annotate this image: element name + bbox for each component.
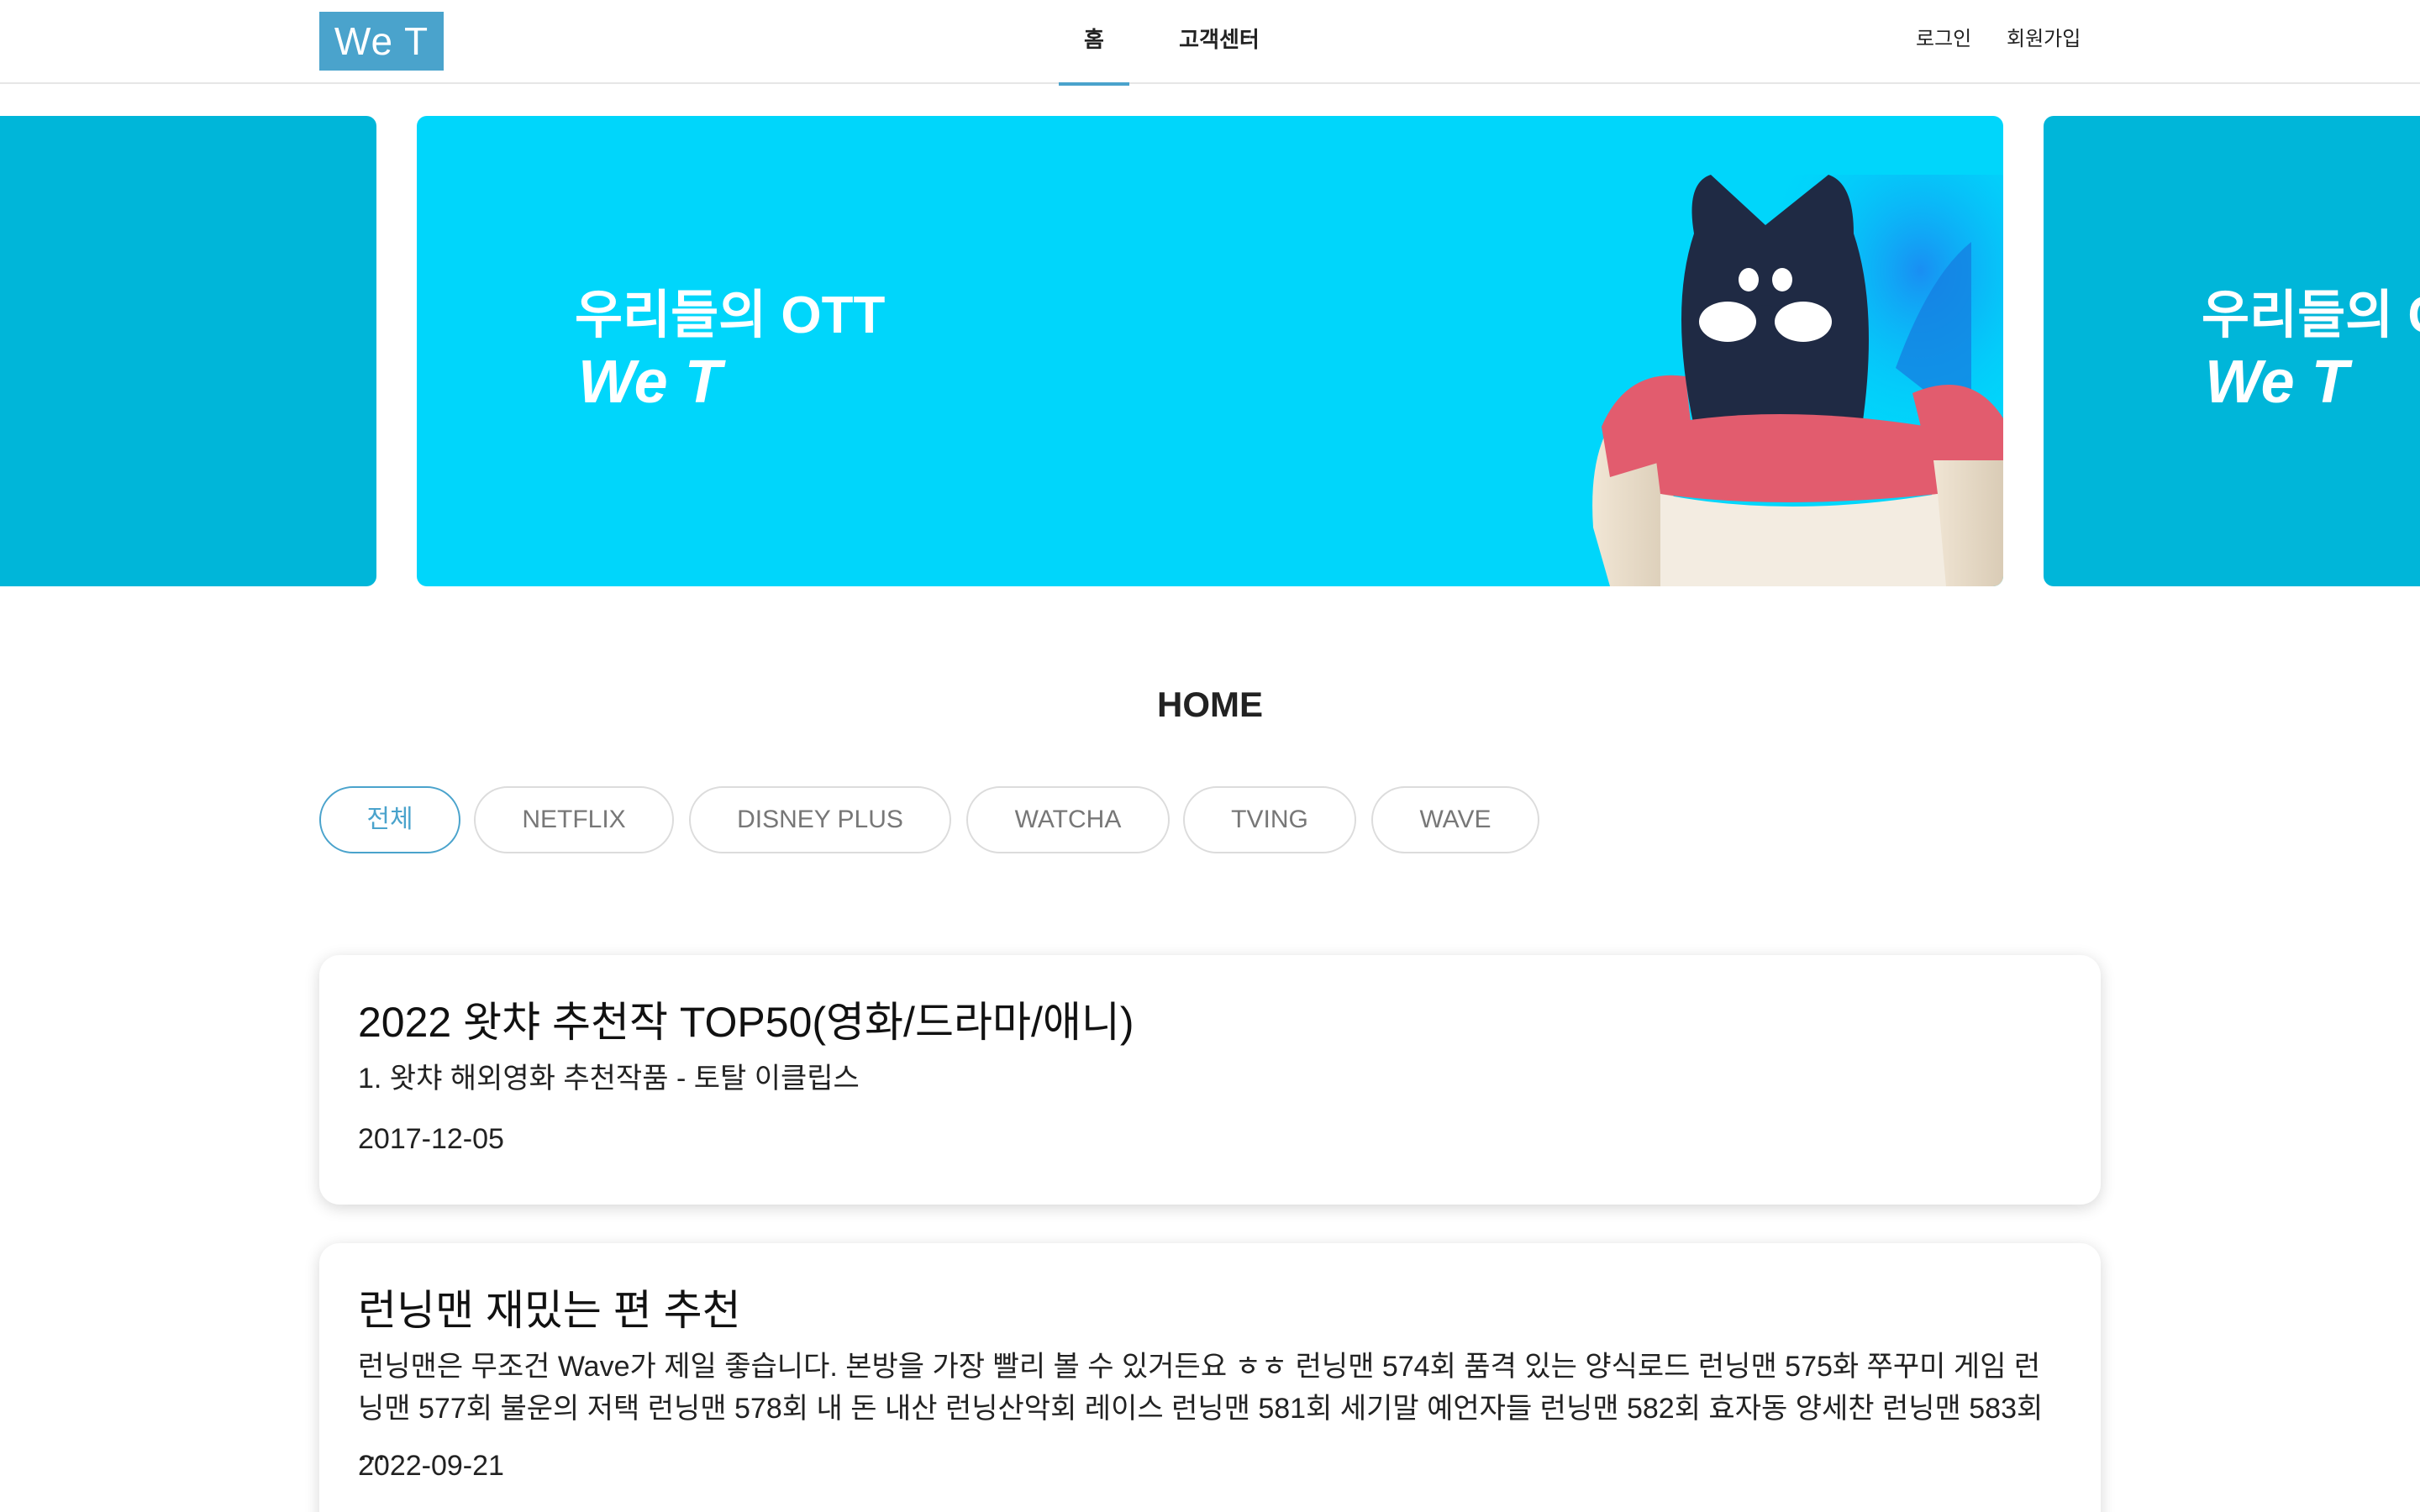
filter-disney-plus[interactable]: DISNEY PLUS: [689, 786, 951, 853]
login-link[interactable]: 로그인: [1916, 0, 1971, 84]
site-header: We T 홈 고객센터 로그인 회원가입: [0, 0, 2420, 86]
filter-wave[interactable]: WAVE: [1371, 786, 1539, 853]
filter-watcha[interactable]: WATCHA: [966, 786, 1170, 853]
cat-mascot-on-armchair-illustration: [1592, 175, 2003, 586]
post-date: 2017-12-05: [358, 1123, 504, 1155]
carousel-slide-current[interactable]: 우리들의 OTT We T: [417, 116, 2003, 586]
signup-link[interactable]: 회원가입: [2007, 0, 2081, 84]
nav-home[interactable]: 홈: [1059, 0, 1129, 86]
filter-all[interactable]: 전체: [319, 786, 460, 853]
post-card[interactable]: 런닝맨 재밌는 편 추천 런닝맨은 무조건 Wave가 제일 좋습니다. 본방을…: [319, 1243, 2101, 1512]
slide-headline: 우리들의 OTT: [575, 286, 886, 344]
slide-brand: We T: [578, 349, 722, 416]
post-excerpt: 1. 왓챠 해외영화 추천작품 - 토탈 이클립스: [358, 1063, 860, 1095]
nav-customer-center[interactable]: 고객센터: [1172, 0, 1266, 84]
carousel-slide-next[interactable]: 우리들의 C We T: [2044, 116, 2420, 586]
post-date: 2022-09-21: [358, 1450, 504, 1482]
page-title: HOME: [1157, 685, 1263, 724]
post-title: 2022 왓챠 추천작 TOP50(영화/드라마/애니): [358, 999, 1134, 1046]
post-title: 런닝맨 재밌는 편 추천: [358, 1287, 741, 1334]
slide-headline-next: 우리들의 C: [2202, 286, 2420, 344]
filter-netflix[interactable]: NETFLIX: [474, 786, 674, 853]
logo[interactable]: We T: [319, 12, 444, 71]
post-card[interactable]: 2022 왓챠 추천작 TOP50(영화/드라마/애니) 1. 왓챠 해외영화 …: [319, 955, 2101, 1205]
post-excerpt: 런닝맨은 무조건 Wave가 제일 좋습니다. 본방을 가장 빨리 볼 수 있거…: [358, 1351, 2044, 1467]
slide-brand-next: We T: [2205, 349, 2349, 416]
carousel-slide-previous[interactable]: [0, 116, 376, 586]
filter-tving[interactable]: TVING: [1183, 786, 1356, 853]
